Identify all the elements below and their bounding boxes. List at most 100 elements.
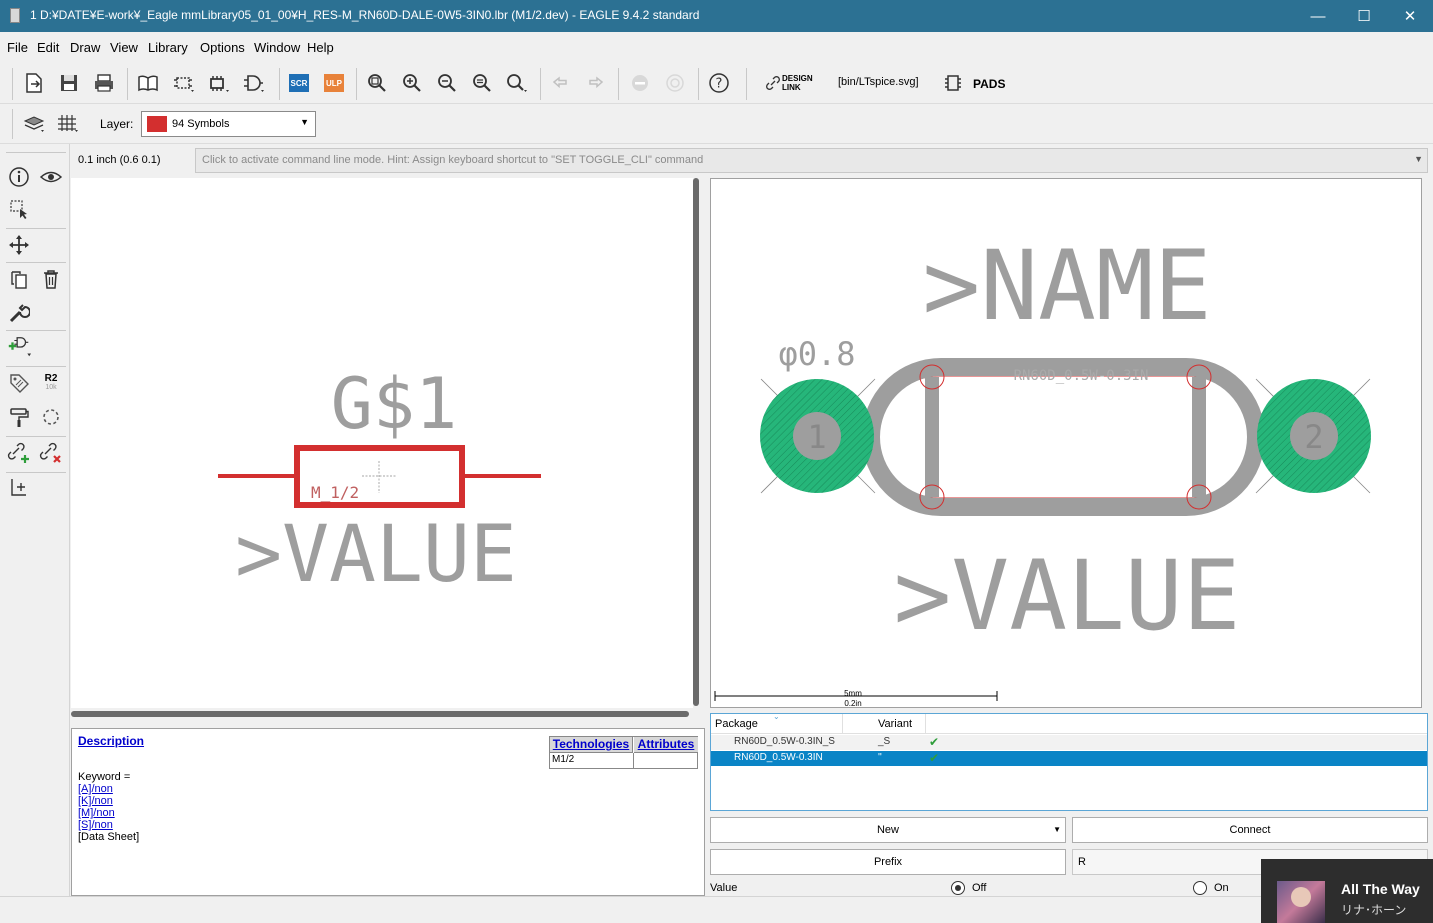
app-icon [10,8,20,23]
technologies-link[interactable]: Technologies [553,737,629,751]
stop-icon[interactable] [626,70,654,96]
header-variant[interactable]: Variant [878,718,912,730]
maximize-button[interactable]: ☐ [1341,0,1387,32]
main-toolbar: SCR ULP ? DESIGN LINK [bin/LTspice.svg] [0,60,1433,104]
value-r2-icon[interactable]: R2 10k [38,370,64,396]
package-icon[interactable] [170,70,198,96]
link-icon [766,76,780,90]
header-package[interactable]: Package [715,718,758,730]
go-icon[interactable] [661,70,689,96]
table-row[interactable]: RN60D_0.5W-0.3IN_S _S ✔ [711,735,1427,750]
toolbar-separator [6,366,66,367]
pads-button[interactable]: PADS [944,73,1014,95]
pad-1: 1 [760,378,876,494]
group-select-icon[interactable] [6,196,32,222]
prefix-button[interactable]: Prefix [710,849,1066,875]
keyword-link-m[interactable]: [M]/non [78,807,115,819]
ulp-icon[interactable]: ULP [320,70,348,96]
name-tag-icon[interactable] [6,370,32,396]
value-on-radio[interactable] [1193,881,1207,895]
menu-draw[interactable]: Draw [70,40,100,55]
package-silk-name: RN60D_0.5W-0.3IN [1014,368,1149,384]
disconnect-link-icon[interactable] [38,440,64,466]
menu-help[interactable]: Help [307,40,334,55]
keyword-link-a[interactable]: [A]/non [78,783,113,795]
dimension-icon[interactable] [6,474,32,500]
package-preview[interactable]: >NAME φ0.8 RN60D_0.5W-0.3IN 1 2 >VALUE 5… [710,178,1422,708]
script-icon[interactable]: SCR [285,70,313,96]
minimize-button[interactable]: — [1295,0,1341,32]
table-divider [633,753,634,769]
toolbar-grip [12,68,13,100]
device-icon[interactable] [205,70,233,96]
zoom-out-icon[interactable] [433,70,461,96]
value-label: Value [710,882,738,894]
connect-button[interactable]: Connect [1072,817,1428,843]
copy-icon[interactable] [6,266,32,292]
svg-text:?: ? [716,77,723,92]
zoom-fit-icon[interactable] [363,70,391,96]
keyword-link-s[interactable]: [S]/non [78,819,113,831]
layer-select[interactable]: 94 Symbols ▼ [141,111,316,137]
value-off-radio[interactable] [951,881,965,895]
layers-icon[interactable] [20,110,48,136]
pads-chip-icon [945,75,961,91]
symbol-vertical-scrollbar[interactable] [693,178,699,708]
undo-icon[interactable] [547,70,575,96]
connect-link-add-icon[interactable] [6,440,32,466]
menu-options[interactable]: Options [200,40,245,55]
symbol-icon[interactable] [240,70,268,96]
chevron-down-icon: ▼ [1053,825,1061,834]
save-icon[interactable] [55,70,83,96]
info-icon[interactable] [6,164,32,190]
left-toolbar: R2 10k [0,144,70,896]
menu-view[interactable]: View [110,40,138,55]
library-book-icon[interactable] [134,70,162,96]
menu-window[interactable]: Window [254,40,300,55]
ltspice-button[interactable]: [bin/LTspice.svg] [838,76,919,88]
status-bar [0,896,1433,923]
move-icon[interactable] [6,232,32,258]
zoom-in-icon[interactable] [398,70,426,96]
change-wrench-icon[interactable] [6,300,32,326]
pads-label: PADS [973,77,1006,91]
help-icon[interactable]: ? [705,70,733,96]
redo-icon[interactable] [581,70,609,96]
delete-trash-icon[interactable] [38,266,64,292]
grid-icon[interactable] [54,110,82,136]
table-row-selected[interactable]: RN60D_0.5W-0.3IN '' ✔ [711,751,1427,766]
zoom-redraw-icon[interactable] [468,70,496,96]
toolbar-separator [6,262,66,263]
paint-roller-icon[interactable] [6,404,32,430]
print-icon[interactable] [90,70,118,96]
menu-edit[interactable]: Edit [37,40,59,55]
new-gate-button[interactable]: New ▼ [710,817,1066,843]
symbol-horizontal-scrollbar[interactable] [71,711,689,717]
attributes-tab[interactable]: Attributes [634,737,698,753]
keyword-link-k[interactable]: [K]/non [78,795,113,807]
scroll-thumb[interactable] [693,178,699,706]
close-button[interactable]: ✕ [1387,0,1433,32]
origin-cross [362,461,396,493]
new-file-icon[interactable] [20,70,48,96]
show-eye-icon[interactable] [38,164,64,190]
design-link-button[interactable]: DESIGN LINK [766,74,826,94]
grid-readout: 0.1 inch (0.6 0.1) [78,154,161,166]
check-icon: ✔ [929,735,940,749]
chevron-down-icon: ▼ [300,117,309,127]
attributes-link[interactable]: Attributes [638,737,695,751]
menu-file[interactable]: File [7,40,28,55]
menu-library[interactable]: Library [148,40,188,55]
toolbar-separator [540,68,541,100]
check-icon: ✔ [929,751,940,765]
technologies-tab[interactable]: Technologies [550,737,633,753]
ratsnest-icon[interactable] [38,404,64,430]
add-symbol-icon[interactable] [6,334,32,360]
command-line-input[interactable]: Click to activate command line mode. Hin… [195,148,1428,173]
symbol-canvas[interactable]: G$1 M_1/2 >VALUE [71,178,693,708]
layer-color-swatch [147,116,167,132]
description-link[interactable]: Description [78,734,144,748]
design-link-text-1: DESIGN [782,74,813,83]
zoom-select-icon[interactable] [503,70,531,96]
media-toast[interactable]: All The Way リナ･ホーン [1261,859,1433,923]
